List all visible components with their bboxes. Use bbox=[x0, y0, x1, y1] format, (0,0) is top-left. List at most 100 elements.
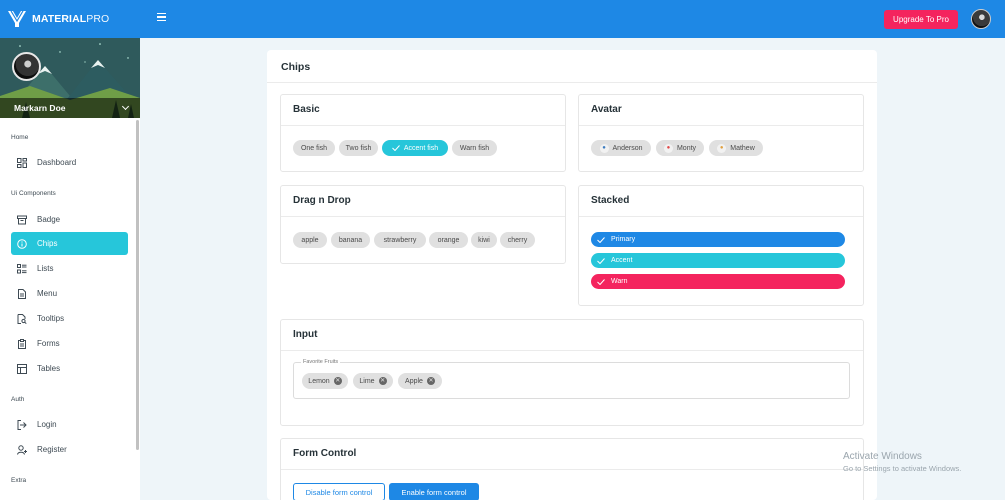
divider bbox=[281, 125, 565, 126]
dashboard-icon bbox=[17, 157, 27, 168]
avatar-chips-panel: Avatar ● Anderson ● Monty ● Mathew bbox=[578, 94, 864, 172]
brand-name-thin: PRO bbox=[86, 13, 110, 25]
sidebar-item-menu[interactable]: Menu bbox=[11, 282, 128, 305]
nav-section-home: Home bbox=[11, 134, 29, 141]
table-icon bbox=[17, 363, 27, 374]
sidebar-item-label: Badge bbox=[37, 215, 61, 224]
chip-cherry[interactable]: cherry bbox=[500, 232, 535, 248]
sidebar-item-dashboard[interactable]: Dashboard bbox=[11, 151, 128, 174]
nav-section-auth: Auth bbox=[11, 396, 25, 403]
brand-name: MATERIALPRO bbox=[32, 13, 109, 25]
sidebar-item-tables[interactable]: Tables bbox=[11, 357, 128, 380]
chip-lime[interactable]: Lime ✕ bbox=[353, 373, 393, 389]
panel-title: Drag n Drop bbox=[293, 195, 351, 206]
avatar-icon: ● bbox=[717, 143, 727, 153]
file-search-icon bbox=[17, 313, 27, 324]
watermark-line2: Go to Settings to activate Windows. bbox=[843, 464, 962, 473]
chip-label: Lime bbox=[359, 377, 375, 385]
chip-orange[interactable]: orange bbox=[429, 232, 468, 248]
nav-section-extra: Extra bbox=[11, 477, 27, 484]
chip-kiwi[interactable]: kiwi bbox=[471, 232, 497, 248]
check-icon bbox=[597, 236, 605, 243]
divider bbox=[281, 350, 863, 351]
chip-lemon[interactable]: Lemon ✕ bbox=[302, 373, 348, 389]
user-avatar[interactable] bbox=[971, 9, 991, 29]
sidebar-item-lists[interactable]: Lists bbox=[11, 257, 128, 280]
panel-title: Basic bbox=[293, 104, 320, 115]
chevron-down-icon[interactable] bbox=[121, 102, 130, 111]
list-icon bbox=[17, 263, 27, 274]
sidebar-item-label: Dashboard bbox=[37, 158, 77, 167]
remove-chip-icon[interactable]: ✕ bbox=[333, 377, 342, 385]
sidebar-item-login[interactable]: Login bbox=[11, 413, 128, 436]
divider bbox=[579, 216, 863, 217]
check-icon bbox=[597, 278, 605, 285]
chip-primary[interactable]: Primary bbox=[591, 232, 845, 247]
chip-two-fish[interactable]: Two fish bbox=[339, 140, 378, 156]
chip-anderson[interactable]: ● Anderson bbox=[591, 140, 651, 156]
avatar-icon: ● bbox=[663, 143, 673, 153]
chip-warn[interactable]: Warn bbox=[591, 274, 845, 289]
sidebar-item-chips[interactable]: Chips bbox=[11, 232, 128, 255]
chip-apple-input[interactable]: Apple ✕ bbox=[398, 373, 442, 389]
chip-apple[interactable]: apple bbox=[293, 232, 327, 248]
sidebar-item-badge[interactable]: Badge bbox=[11, 208, 128, 231]
remove-chip-icon[interactable]: ✕ bbox=[426, 377, 435, 385]
profile-name: Markarn Doe bbox=[14, 103, 66, 113]
chip-warn-fish[interactable]: Warn fish bbox=[452, 140, 497, 156]
user-plus-icon bbox=[17, 444, 27, 455]
file-icon bbox=[17, 288, 27, 299]
materialpro-logo-icon bbox=[8, 11, 26, 27]
divider bbox=[579, 125, 863, 126]
chip-label: Accent fish bbox=[403, 144, 439, 152]
archive-icon bbox=[17, 215, 27, 225]
chip-label: Monty bbox=[676, 144, 697, 152]
sidebar-item-tooltips[interactable]: Tooltips bbox=[11, 307, 128, 330]
chip-banana[interactable]: banana bbox=[331, 232, 370, 248]
chip-strawberry[interactable]: strawberry bbox=[374, 232, 426, 248]
sidebar-scrollbar[interactable] bbox=[136, 120, 139, 450]
profile-bar[interactable]: Markarn Doe bbox=[0, 98, 140, 118]
upgrade-button[interactable]: Upgrade To Pro bbox=[884, 10, 958, 29]
remove-chip-icon[interactable]: ✕ bbox=[378, 377, 387, 385]
chip-accent[interactable]: Accent bbox=[591, 253, 845, 268]
profile-header: Markarn Doe bbox=[0, 38, 140, 118]
top-bar: MATERIALPRO Upgrade To Pro bbox=[0, 0, 1005, 38]
chip-accent-fish[interactable]: Accent fish bbox=[382, 140, 448, 156]
disable-form-control-button[interactable]: Disable form control bbox=[293, 483, 385, 500]
panel-title: Stacked bbox=[591, 195, 630, 206]
brand-logo[interactable]: MATERIALPRO bbox=[8, 11, 109, 27]
sidebar-item-label: Tables bbox=[37, 364, 61, 373]
panel-title: Form Control bbox=[293, 448, 357, 459]
hamburger-icon[interactable] bbox=[157, 13, 166, 21]
panel-title: Input bbox=[293, 329, 318, 340]
sidebar-item-register[interactable]: Register bbox=[11, 438, 128, 461]
panel-title: Avatar bbox=[591, 104, 622, 115]
profile-avatar[interactable] bbox=[12, 52, 41, 81]
chip-label: Warn bbox=[611, 278, 628, 285]
chip-one-fish[interactable]: One fish bbox=[293, 140, 335, 156]
avatar-icon: ● bbox=[599, 143, 609, 153]
basic-chips-panel: Basic One fish Two fish Accent fish Warn… bbox=[280, 94, 566, 172]
sidebar-item-forms[interactable]: Forms bbox=[11, 332, 128, 355]
sidebar-item-label: Login bbox=[37, 420, 57, 429]
divider bbox=[281, 216, 565, 217]
check-icon bbox=[597, 257, 605, 264]
sidebar-item-label: Forms bbox=[37, 339, 60, 348]
page-title: Chips bbox=[281, 61, 311, 73]
sidebar-item-label: Tooltips bbox=[37, 314, 65, 323]
enable-form-control-button[interactable]: Enable form control bbox=[389, 483, 479, 500]
chip-mathew[interactable]: ● Mathew bbox=[709, 140, 763, 156]
stacked-chips-panel: Stacked Primary Accent Warn bbox=[578, 185, 864, 306]
sidebar-item-label: Menu bbox=[37, 289, 58, 298]
sidebar-item-label: Chips bbox=[37, 239, 58, 248]
clipboard-icon bbox=[17, 338, 27, 349]
chip-label: Anderson bbox=[612, 144, 643, 152]
chip-label: Primary bbox=[611, 236, 636, 243]
nav-section-ui-components: Ui Components bbox=[11, 190, 56, 197]
brand-name-bold: MATERIAL bbox=[32, 13, 87, 25]
favorite-fruits-label: Favorite Fruits bbox=[301, 359, 341, 365]
divider bbox=[281, 469, 863, 470]
check-icon bbox=[392, 145, 400, 151]
chip-monty[interactable]: ● Monty bbox=[656, 140, 704, 156]
